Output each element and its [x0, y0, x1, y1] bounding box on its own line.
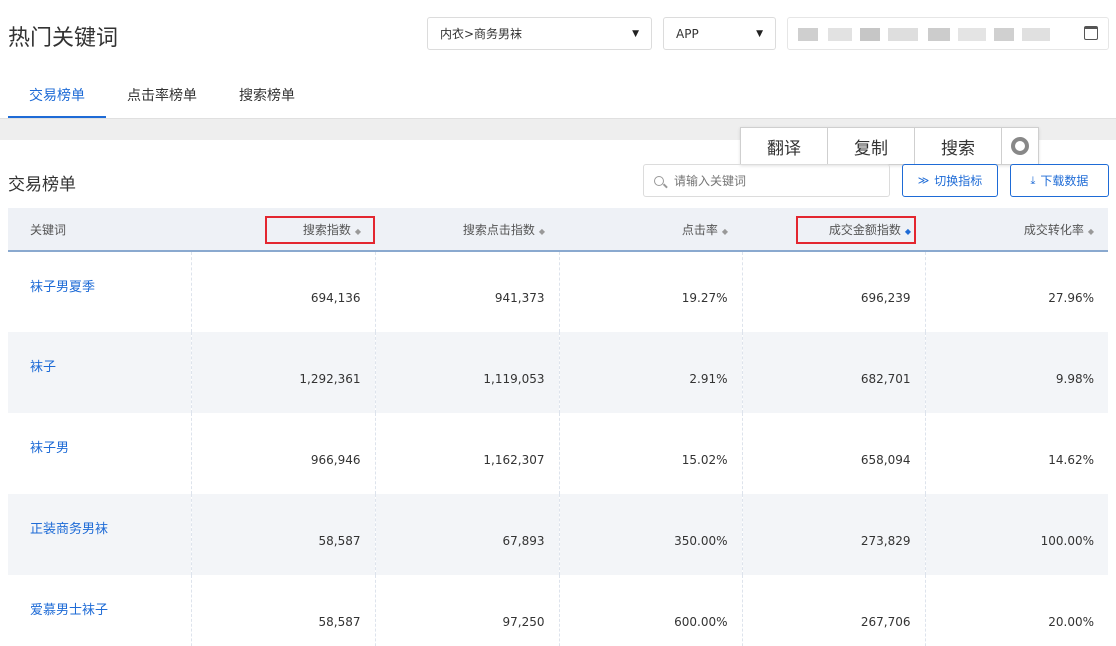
keyword-search[interactable] [643, 164, 890, 197]
tab-ctr-ranking[interactable]: 点击率榜单 [106, 78, 218, 118]
column-header-label: 成交转化率 [1023, 222, 1084, 237]
keyword-link[interactable]: 正装商务男袜 [8, 494, 192, 575]
keyword-link[interactable]: 袜子 [8, 332, 192, 413]
gmv-index-cell: 273,829 [742, 494, 926, 575]
conversion-cell: 100.00% [1040, 533, 1094, 548]
column-header-label: 关键词 [30, 222, 67, 237]
download-data-label: 下载数据 [1040, 174, 1089, 188]
blurred-date-segment [888, 28, 918, 41]
conversion-cell: 20.00% [1048, 614, 1094, 629]
floating-context-menu: 翻译 复制 搜索 [740, 127, 1039, 165]
translate-button[interactable]: 翻译 [741, 128, 828, 164]
section-title: 交易榜单 [8, 175, 76, 195]
blurred-date-segment [860, 28, 880, 41]
date-range-picker[interactable] [787, 17, 1109, 50]
switch-metric-label: 切换指标 [934, 174, 983, 188]
platform-select-value: APP [676, 26, 699, 41]
blurred-date-segment [828, 28, 852, 41]
column-header-ctr[interactable]: 点击率 ◆ [559, 208, 742, 251]
blurred-date-segment [994, 28, 1014, 41]
blurred-date-segment [798, 28, 818, 41]
keyword-link[interactable]: 爱慕男士袜子 [8, 575, 192, 646]
sort-icon[interactable]: ◆ [1088, 227, 1094, 236]
keyword-link[interactable]: 袜子男夏季 [8, 251, 192, 332]
sort-icon[interactable]: ◆ [722, 227, 728, 236]
column-header-label: 搜索点击指数 [462, 222, 535, 237]
gmv-index-cell: 267,706 [742, 575, 926, 646]
settings-button[interactable] [1002, 128, 1038, 164]
double-chevron-down-icon: ≫ [917, 174, 930, 187]
column-header-search-index[interactable]: 搜索指数 ◆ [191, 208, 375, 251]
tab-search-ranking[interactable]: 搜索榜单 [218, 78, 316, 118]
calendar-icon[interactable] [1084, 26, 1098, 40]
conversion-cell: 9.98% [1055, 371, 1094, 386]
blurred-date-segment [958, 28, 986, 41]
ranking-tabs: 交易榜单 点击率榜单 搜索榜单 [8, 78, 316, 118]
conversion-cell: 14.62% [1048, 452, 1094, 467]
highlight-box [796, 216, 916, 244]
blurred-date-segment [928, 28, 950, 41]
tab-trade-ranking[interactable]: 交易榜单 [8, 78, 106, 118]
search-button[interactable]: 搜索 [915, 128, 1002, 164]
caret-down-icon: ▼ [632, 28, 639, 39]
category-select[interactable]: 内衣>商务男袜 ▼ [427, 17, 652, 50]
table-row: 爱慕男士袜子 58,587 97,250 600.00% 267,706 20.… [8, 575, 1108, 646]
search-click-index-cell: 1,119,053 [375, 332, 560, 413]
search-index-cell: 966,946 [191, 413, 376, 494]
ctr-cell: 350.00% [559, 494, 743, 575]
conversion-cell: 27.96% [1048, 291, 1094, 305]
search-click-index-cell: 941,373 [375, 251, 560, 332]
gmv-index-cell: 682,701 [742, 332, 926, 413]
column-header-conversion[interactable]: 成交转化率 ◆ [925, 208, 1108, 251]
page-header: 热门关键词 内衣>商务男袜 ▼ APP ▼ [0, 0, 1116, 70]
download-icon: ⤓ [1030, 173, 1036, 187]
search-index-cell: 1,292,361 [191, 332, 376, 413]
keyword-ranking-table: 关键词 搜索指数 ◆ 搜索点击指数 ◆ 点击率 ◆ 成交金额指数 ◆ 成交转化率 ◆ 袜子… [8, 208, 1108, 646]
search-index-cell: 58,587 [191, 575, 376, 646]
sort-icon[interactable]: ◆ [539, 227, 545, 236]
table-header-row: 关键词 搜索指数 ◆ 搜索点击指数 ◆ 点击率 ◆ 成交金额指数 ◆ 成交转化率 ◆ [8, 208, 1108, 251]
gear-icon [1011, 137, 1029, 155]
page-title: 热门关键词 [8, 26, 119, 51]
column-header-search-click-index[interactable]: 搜索点击指数 ◆ [375, 208, 559, 251]
ctr-cell: 600.00% [559, 575, 743, 646]
column-header-gmv-index[interactable]: 成交金额指数 ◆ [742, 208, 925, 251]
gmv-index-cell: 658,094 [742, 413, 926, 494]
table-row: 袜子男夏季 694,136 941,373 19.27% 696,239 27.… [8, 251, 1108, 332]
search-icon [654, 175, 664, 186]
table-row: 袜子男 966,946 1,162,307 15.02% 658,094 14.… [8, 413, 1108, 494]
search-click-index-cell: 67,893 [375, 494, 560, 575]
ctr-cell: 2.91% [559, 332, 743, 413]
caret-down-icon: ▼ [756, 28, 763, 39]
highlight-box [265, 216, 375, 244]
table-row: 袜子 1,292,361 1,119,053 2.91% 682,701 9.9… [8, 332, 1108, 413]
ctr-cell: 19.27% [559, 251, 743, 332]
column-header-keyword[interactable]: 关键词 [8, 208, 191, 251]
table-row: 正装商务男袜 58,587 67,893 350.00% 273,829 100… [8, 494, 1108, 575]
blurred-date-segment [1022, 28, 1050, 41]
search-click-index-cell: 1,162,307 [375, 413, 560, 494]
search-index-cell: 58,587 [191, 494, 376, 575]
platform-select[interactable]: APP ▼ [663, 17, 776, 50]
keyword-link[interactable]: 袜子男 [8, 413, 192, 494]
search-index-cell: 694,136 [191, 251, 376, 332]
copy-button[interactable]: 复制 [828, 128, 915, 164]
switch-metric-button[interactable]: ≫ 切换指标 [902, 164, 998, 197]
search-click-index-cell: 97,250 [375, 575, 560, 646]
category-select-value: 内衣>商务男袜 [440, 27, 523, 41]
ctr-cell: 15.02% [559, 413, 743, 494]
keyword-search-input[interactable] [674, 173, 874, 188]
column-header-label: 点击率 [681, 222, 718, 237]
gmv-index-cell: 696,239 [742, 251, 926, 332]
download-data-button[interactable]: ⤓ 下载数据 [1010, 164, 1109, 197]
